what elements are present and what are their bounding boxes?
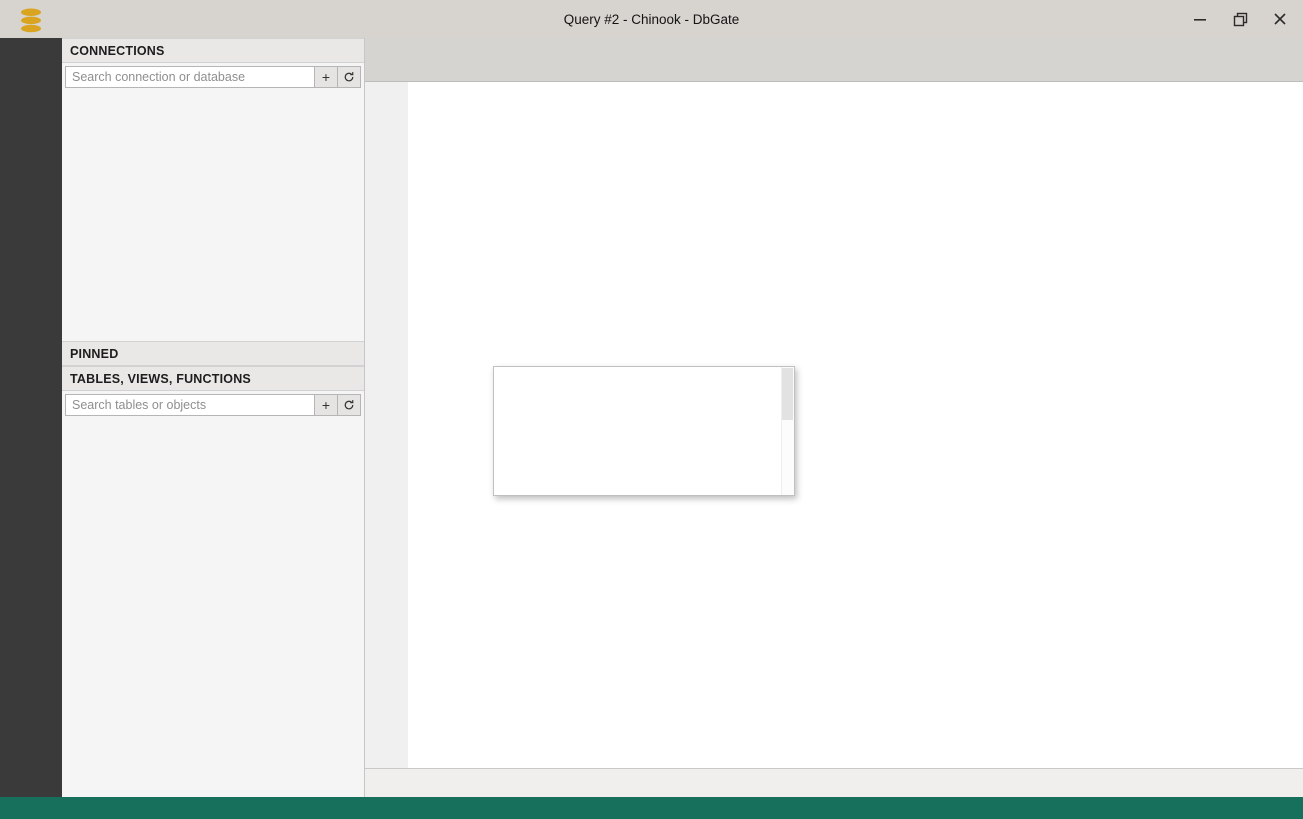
add-connection-button[interactable]: + <box>315 65 338 88</box>
main-area <box>365 38 1303 797</box>
refresh-connections-button[interactable] <box>338 65 361 88</box>
tables-tree <box>62 418 364 797</box>
close-window-button[interactable] <box>1267 6 1293 32</box>
tab-group-row <box>365 38 1303 54</box>
tab-row <box>365 54 1303 82</box>
autocomplete-scrollbar[interactable] <box>781 367 794 495</box>
dbgate-window: Query #2 - Chinook - DbGate CONNECTIONS … <box>0 0 1303 819</box>
add-table-button[interactable]: + <box>315 393 338 416</box>
status-bar <box>0 797 1303 819</box>
window-controls <box>1187 0 1293 38</box>
editor-gutter <box>365 82 408 768</box>
left-icon-rail <box>0 38 62 797</box>
tables-search-row: + <box>62 391 364 418</box>
tables-header: TABLES, VIEWS, FUNCTIONS <box>62 366 364 391</box>
connections-search-row: + <box>62 63 364 90</box>
sidebar: CONNECTIONS + PINNED TABLES, VIEWS, FUNC… <box>62 38 365 797</box>
minimize-button[interactable] <box>1187 6 1213 32</box>
tables-search-input[interactable] <box>65 393 315 416</box>
title-bar: Query #2 - Chinook - DbGate <box>0 0 1303 38</box>
connections-list <box>62 90 364 341</box>
autocomplete-popup <box>493 366 795 496</box>
app-logo-icon <box>16 6 46 33</box>
query-toolbar <box>365 768 1303 797</box>
refresh-tables-button[interactable] <box>338 393 361 416</box>
connections-header: CONNECTIONS <box>62 38 364 63</box>
tab-strip <box>365 38 1303 82</box>
connections-search-input[interactable] <box>65 65 315 88</box>
pinned-header: PINNED <box>62 341 364 366</box>
sql-editor[interactable] <box>365 82 1303 768</box>
restore-button[interactable] <box>1227 6 1253 32</box>
window-title: Query #2 - Chinook - DbGate <box>563 11 740 27</box>
